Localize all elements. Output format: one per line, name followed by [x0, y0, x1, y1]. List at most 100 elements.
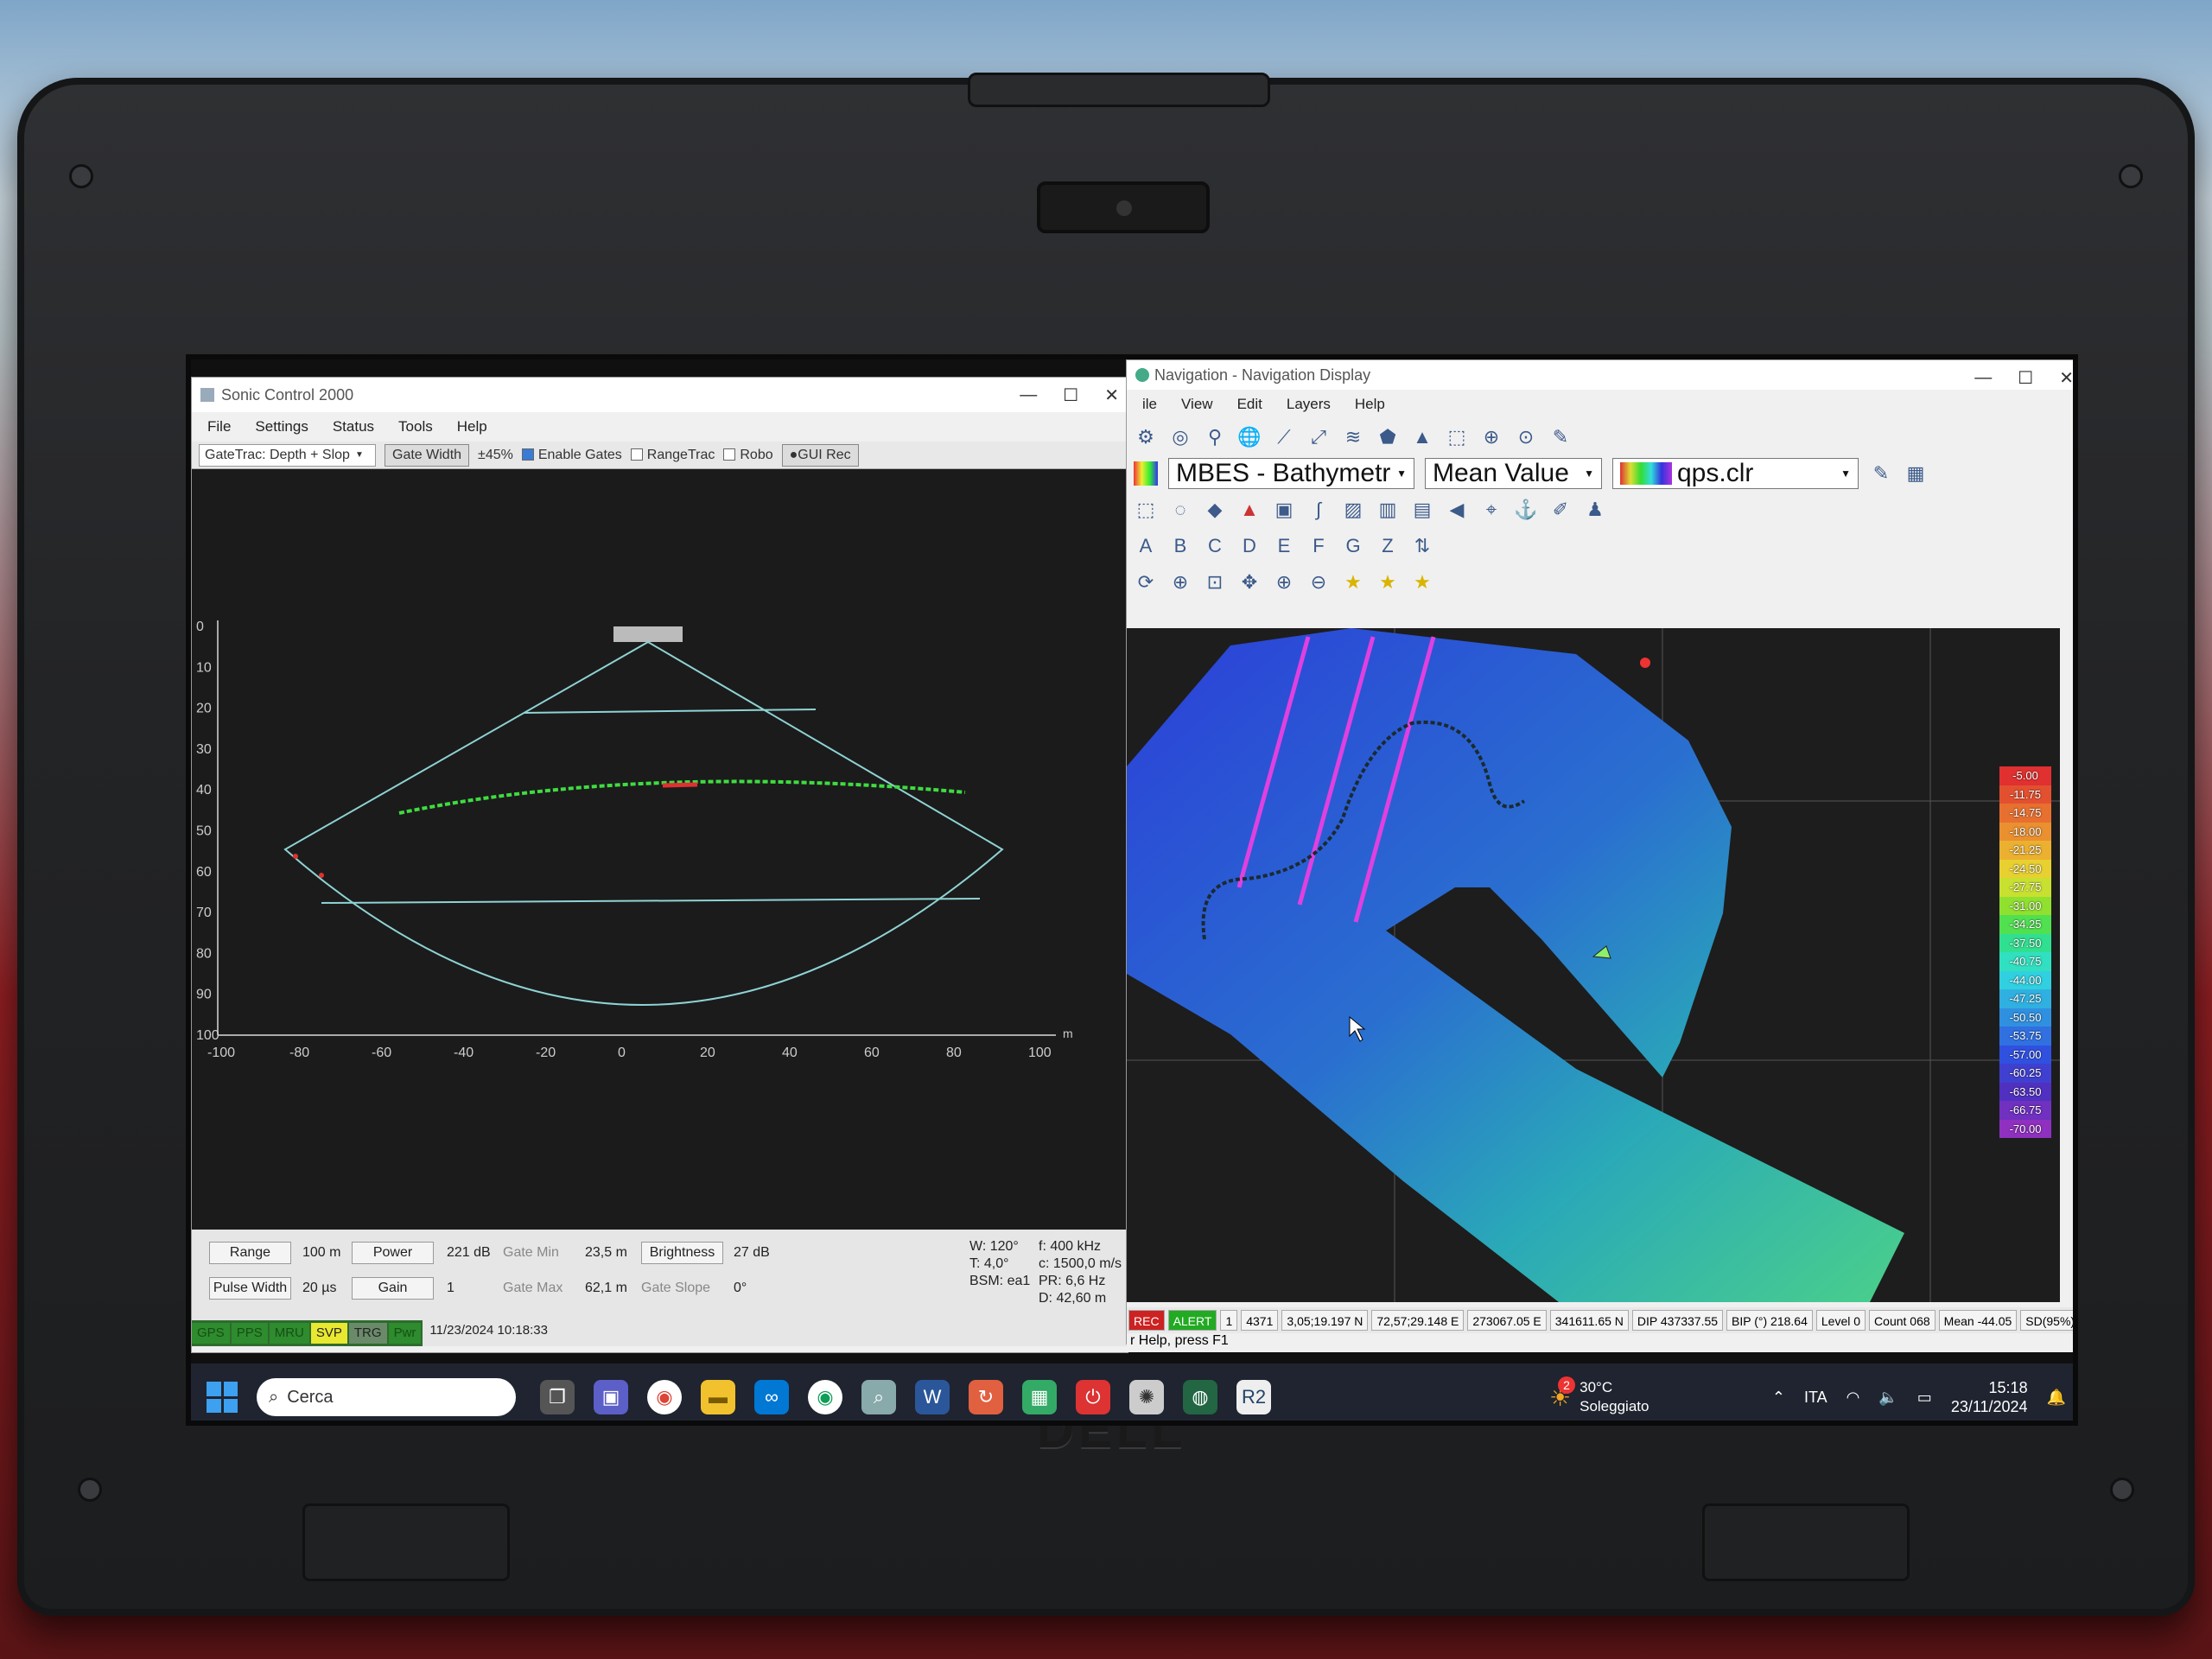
compass-icon[interactable]: ◎ [1168, 425, 1192, 449]
r2-app-icon[interactable]: R2 [1236, 1380, 1271, 1414]
minimize-icon[interactable]: — [1974, 368, 1992, 388]
letter-a-button[interactable]: A [1134, 534, 1158, 558]
letter-f-button[interactable]: F [1306, 534, 1331, 558]
route-icon[interactable]: ⤢ [1306, 425, 1331, 449]
select-icon[interactable]: ⬚ [1445, 425, 1469, 449]
globe-icon[interactable]: 🌐 [1237, 425, 1262, 449]
zoom-plus-icon[interactable]: ⊕ [1272, 570, 1296, 594]
globe-icon[interactable]: ◍ [1183, 1380, 1217, 1414]
target-icon[interactable]: ⌖ [1479, 498, 1503, 522]
notification-icon[interactable]: 🔔 [2047, 1389, 2066, 1407]
menu-help[interactable]: Help [1355, 396, 1385, 413]
star-icon[interactable]: ★ [1376, 570, 1400, 594]
hatch-icon[interactable]: ▨ [1341, 498, 1365, 522]
letter-g-button[interactable]: G [1341, 534, 1365, 558]
menu-settings[interactable]: Settings [255, 418, 308, 435]
volume-icon[interactable]: 🔈 [1878, 1389, 1897, 1407]
grid-icon[interactable]: ▦ [1904, 461, 1928, 486]
lasso-icon[interactable]: ⬚ [1134, 498, 1158, 522]
teams-icon[interactable]: ▣ [594, 1380, 628, 1414]
chrome-icon[interactable]: ◉ [647, 1380, 682, 1414]
anchor-icon[interactable]: ⚓ [1514, 498, 1538, 522]
menu-view[interactable]: View [1181, 396, 1213, 413]
maximize-icon[interactable]: ☐ [2018, 367, 2033, 389]
gui-rec-button[interactable]: ● GUI Rec [781, 443, 859, 467]
lines-icon[interactable]: ≋ [1341, 425, 1365, 449]
menu-status[interactable]: Status [333, 418, 374, 435]
star-icon[interactable]: ★ [1341, 570, 1365, 594]
search-app-icon[interactable]: ⌕ [861, 1380, 896, 1414]
palette-select[interactable]: qps.clr ▼ [1612, 458, 1859, 489]
wifi-icon[interactable]: ◠ [1847, 1389, 1860, 1407]
curve-icon[interactable]: ∫ [1306, 498, 1331, 522]
rangetrac-checkbox[interactable]: RangeTrac [630, 448, 715, 463]
close-icon[interactable]: ✕ [1104, 385, 1119, 406]
chart-icon[interactable]: ▥ [1376, 498, 1400, 522]
menu-help[interactable]: Help [457, 418, 487, 435]
letter-b-button[interactable]: B [1168, 534, 1192, 558]
zoom-out-icon[interactable]: ⊖ [1306, 570, 1331, 594]
arrow-icon[interactable]: ◀ [1445, 498, 1469, 522]
color-icon[interactable] [1134, 461, 1158, 486]
gate-width-button[interactable]: Gate Width [385, 443, 470, 467]
zoom-in-icon[interactable]: ⊕ [1479, 425, 1503, 449]
zoom-in-icon[interactable]: ⊕ [1168, 570, 1192, 594]
person-icon[interactable]: ⚲ [1203, 425, 1227, 449]
gatetrac-select[interactable]: GateTrac: Depth + Slop ▼ [199, 443, 376, 467]
letter-e-button[interactable]: E [1272, 534, 1296, 558]
menu-file[interactable]: ile [1142, 396, 1157, 413]
letter-z-button[interactable]: Z [1376, 534, 1400, 558]
power-icon[interactable]: ⏻ [1076, 1380, 1110, 1414]
range-button[interactable]: Range [209, 1242, 291, 1264]
minimize-icon[interactable]: — [1020, 385, 1037, 405]
start-icon[interactable] [207, 1382, 238, 1413]
chevron-up-icon[interactable]: ⌃ [1772, 1389, 1785, 1407]
close-icon[interactable]: ✕ [2059, 367, 2073, 389]
brightness-button[interactable]: Brightness [641, 1242, 723, 1264]
menu-file[interactable]: File [207, 418, 231, 435]
menu-layers[interactable]: Layers [1287, 396, 1331, 413]
pan-icon[interactable]: ✥ [1237, 570, 1262, 594]
robo-checkbox[interactable]: Robo [723, 448, 773, 463]
app-icon[interactable]: ↻ [969, 1380, 1003, 1414]
sliders-icon[interactable]: ⚙ [1134, 425, 1158, 449]
refresh-icon[interactable]: ⟳ [1134, 570, 1158, 594]
edit-icon[interactable]: ✎ [1869, 461, 1893, 486]
circle-select-icon[interactable]: ◌ [1168, 498, 1192, 522]
file-explorer-icon[interactable]: ▬ [701, 1380, 735, 1414]
profile-icon[interactable]: ▲ [1410, 425, 1434, 449]
bathymetry-map[interactable]: -5.00 -11.75 -14.75 -18.00 -21.25 -24.50 -27.7… [1127, 628, 2060, 1302]
menu-edit[interactable]: Edit [1237, 396, 1262, 413]
chrome-icon[interactable]: ◉ [808, 1380, 842, 1414]
layers-icon[interactable]: ◆ [1203, 498, 1227, 522]
line-icon[interactable]: ⟋ [1272, 425, 1296, 449]
pulse-width-button[interactable]: Pulse Width [209, 1277, 291, 1300]
sort-az-icon[interactable]: ⇅ [1410, 534, 1434, 558]
weather-widget[interactable]: ☀ 2 30°C Soleggiato [1549, 1376, 1649, 1416]
zoom-box-icon[interactable]: ⊡ [1203, 570, 1227, 594]
shape-icon[interactable]: ⬟ [1376, 425, 1400, 449]
sonar-display[interactable]: 0 10 20 30 40 50 60 70 80 90 100 -100 -80 -60 -40 -20 0… [192, 469, 1129, 1230]
maximize-icon[interactable]: ☐ [1063, 385, 1078, 406]
clock-app-icon[interactable]: ✺ [1129, 1380, 1164, 1414]
star-icon[interactable]: ★ [1410, 570, 1434, 594]
zoom-icon[interactable]: ⊙ [1514, 425, 1538, 449]
image-icon[interactable]: ▤ [1410, 498, 1434, 522]
pen-icon[interactable]: ✐ [1548, 498, 1573, 522]
user-icon[interactable]: ♟ [1583, 498, 1607, 522]
task-view-icon[interactable]: ❐ [540, 1380, 575, 1414]
power-button[interactable]: Power [352, 1242, 434, 1264]
language-indicator[interactable]: ITA [1804, 1389, 1827, 1407]
gain-button[interactable]: Gain [352, 1277, 434, 1300]
search-box[interactable]: ⌕ Cerca [257, 1378, 516, 1416]
letter-c-button[interactable]: C [1203, 534, 1227, 558]
measure-icon[interactable]: ✎ [1548, 425, 1573, 449]
clock[interactable]: 15:18 23/11/2024 [1951, 1378, 2028, 1416]
app-icon[interactable]: ▦ [1022, 1380, 1057, 1414]
letter-d-button[interactable]: D [1237, 534, 1262, 558]
warning-icon[interactable]: ▲ [1237, 498, 1262, 522]
filter-icon[interactable]: ▣ [1272, 498, 1296, 522]
battery-icon[interactable]: ▭ [1917, 1389, 1932, 1407]
layer-select[interactable]: MBES - Bathymetr ▼ [1168, 458, 1414, 489]
enable-gates-checkbox[interactable]: Enable Gates [521, 448, 622, 463]
